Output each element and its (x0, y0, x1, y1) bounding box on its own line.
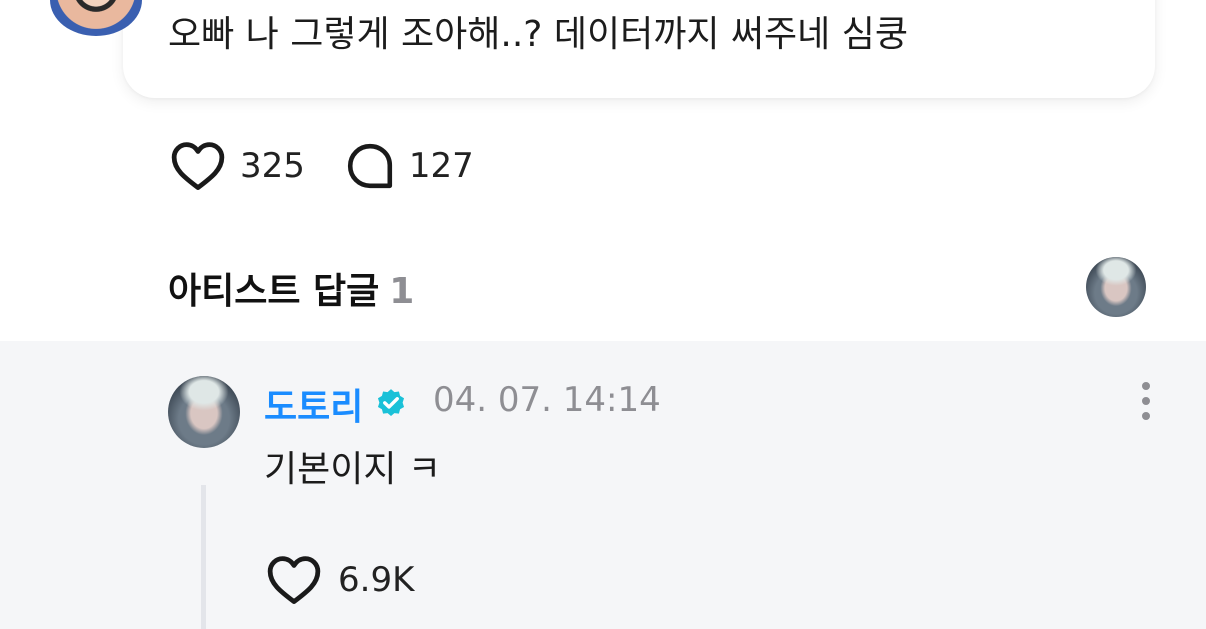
post-like-count: 325 (240, 146, 305, 186)
artist-replies-title: 아티스트 답글 (168, 271, 380, 312)
reply-avatar-image (168, 376, 240, 448)
post-actions: 325 127 (170, 140, 474, 192)
artist-replies-count: 1 (389, 271, 415, 312)
artist-replies-header: 아티스트 답글 1 (168, 262, 414, 314)
thread-line (201, 485, 206, 629)
more-vertical-icon[interactable] (1130, 380, 1162, 424)
verified-badge-icon (377, 389, 405, 417)
post-like-button[interactable]: 325 (170, 141, 305, 191)
reply-text: 기본이지 ㅋ (264, 449, 442, 490)
post-comment-button[interactable]: 127 (345, 141, 474, 191)
reply-timestamp: 04. 07. 14:14 (433, 380, 661, 420)
artist-avatar-small[interactable] (1086, 257, 1146, 317)
reply-author-name[interactable]: 도토리 (264, 378, 363, 430)
post-comment-count: 127 (408, 146, 474, 186)
heart-outline-icon (171, 142, 225, 190)
artist-avatar-image (1086, 257, 1146, 317)
post-text: 오빠 나 그렇게 조아해..? 데이터까지 써주네 심쿵 (168, 14, 908, 55)
reply-like-count: 6.9K (338, 560, 415, 600)
reply-author-avatar[interactable] (168, 376, 240, 448)
speech-bubble-icon (347, 143, 392, 189)
heart-outline-icon (267, 556, 321, 604)
reply-like-button[interactable]: 6.9K (266, 555, 414, 605)
